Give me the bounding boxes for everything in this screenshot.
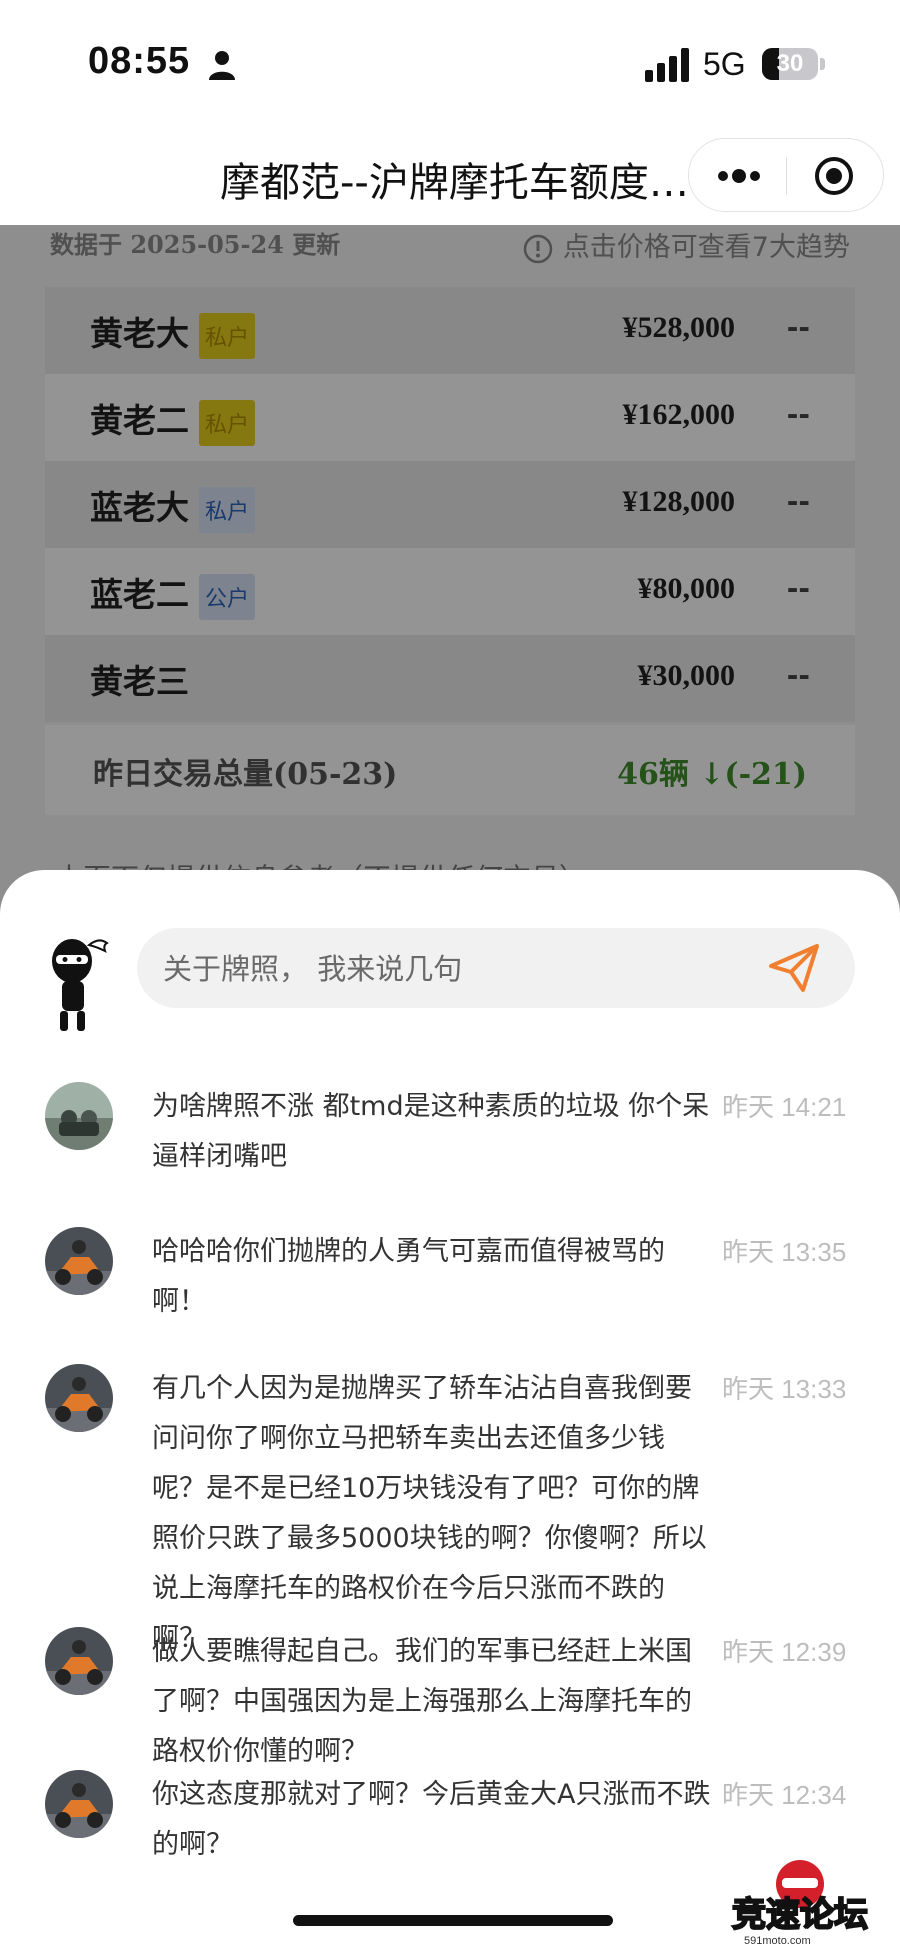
dim-overlay[interactable] bbox=[0, 225, 900, 925]
user-avatar[interactable] bbox=[45, 1082, 113, 1150]
comment-input[interactable] bbox=[161, 928, 765, 1010]
capsule-menu bbox=[688, 138, 884, 212]
capsule-divider bbox=[786, 157, 787, 195]
home-indicator[interactable] bbox=[293, 1915, 613, 1926]
ninja-avatar-icon bbox=[52, 939, 109, 1031]
battery-cap bbox=[820, 58, 825, 70]
user-avatar[interactable] bbox=[45, 1364, 113, 1432]
battery-icon: 30 bbox=[762, 48, 818, 80]
target-icon[interactable] bbox=[813, 155, 855, 197]
watermark-site: 591moto.com bbox=[744, 1935, 811, 1947]
comment-time: 昨天 13:33 bbox=[722, 1374, 847, 1404]
comment-text: 你这态度那就对了啊？今后黄金大A只涨而不跌的啊？ bbox=[152, 1779, 711, 1860]
comment-time: 昨天 13:35 bbox=[722, 1237, 847, 1267]
comment-text: 有几个人因为是抛牌买了轿车沾沾自喜我倒要问问你了啊你立马把轿车卖出去还值多少钱呢… bbox=[152, 1373, 707, 1654]
battery-level: 30 bbox=[776, 50, 804, 77]
watermark-brand: 竞速论坛 bbox=[732, 1895, 868, 1935]
more-icon[interactable] bbox=[713, 161, 765, 191]
signal-icon bbox=[645, 48, 689, 82]
user-avatar[interactable] bbox=[45, 1627, 113, 1695]
user-avatar[interactable] bbox=[45, 1227, 113, 1295]
send-icon[interactable] bbox=[767, 942, 821, 994]
user-avatar[interactable] bbox=[45, 1770, 113, 1838]
comment-time: 昨天 14:21 bbox=[722, 1092, 847, 1122]
person-icon bbox=[209, 51, 235, 80]
miniprogram-navbar: 摩都范--沪牌摩托车额度… bbox=[0, 130, 900, 225]
network-type: 5G bbox=[703, 46, 746, 82]
comment-sheet: 为啥牌照不涨 都tmd是这种素质的垃圾 你个呆逼样闭嘴吧 昨天 14:21 哈哈… bbox=[0, 870, 900, 1951]
comment-text: 做人要瞧得起自己。我们的军事已经赶上米国了啊？中国强因为是上海强那么上海摩托车的… bbox=[152, 1636, 692, 1767]
comment-input-box[interactable] bbox=[137, 928, 855, 1010]
status-time: 08:55 bbox=[88, 40, 191, 82]
comment-time: 昨天 12:34 bbox=[722, 1780, 847, 1810]
comment-time: 昨天 12:39 bbox=[722, 1637, 847, 1667]
page-title: 摩都范--沪牌摩托车额度… bbox=[220, 160, 689, 206]
comment-text: 为啥牌照不涨 都tmd是这种素质的垃圾 你个呆逼样闭嘴吧 bbox=[152, 1091, 710, 1172]
forum-watermark-logo: 竞速论坛 591moto.com bbox=[731, 1860, 869, 1947]
status-bar: 08:55 5G 30 bbox=[0, 0, 900, 130]
comment-text: 哈哈哈你们抛牌的人勇气可嘉而值得被骂的啊！ bbox=[152, 1236, 665, 1317]
